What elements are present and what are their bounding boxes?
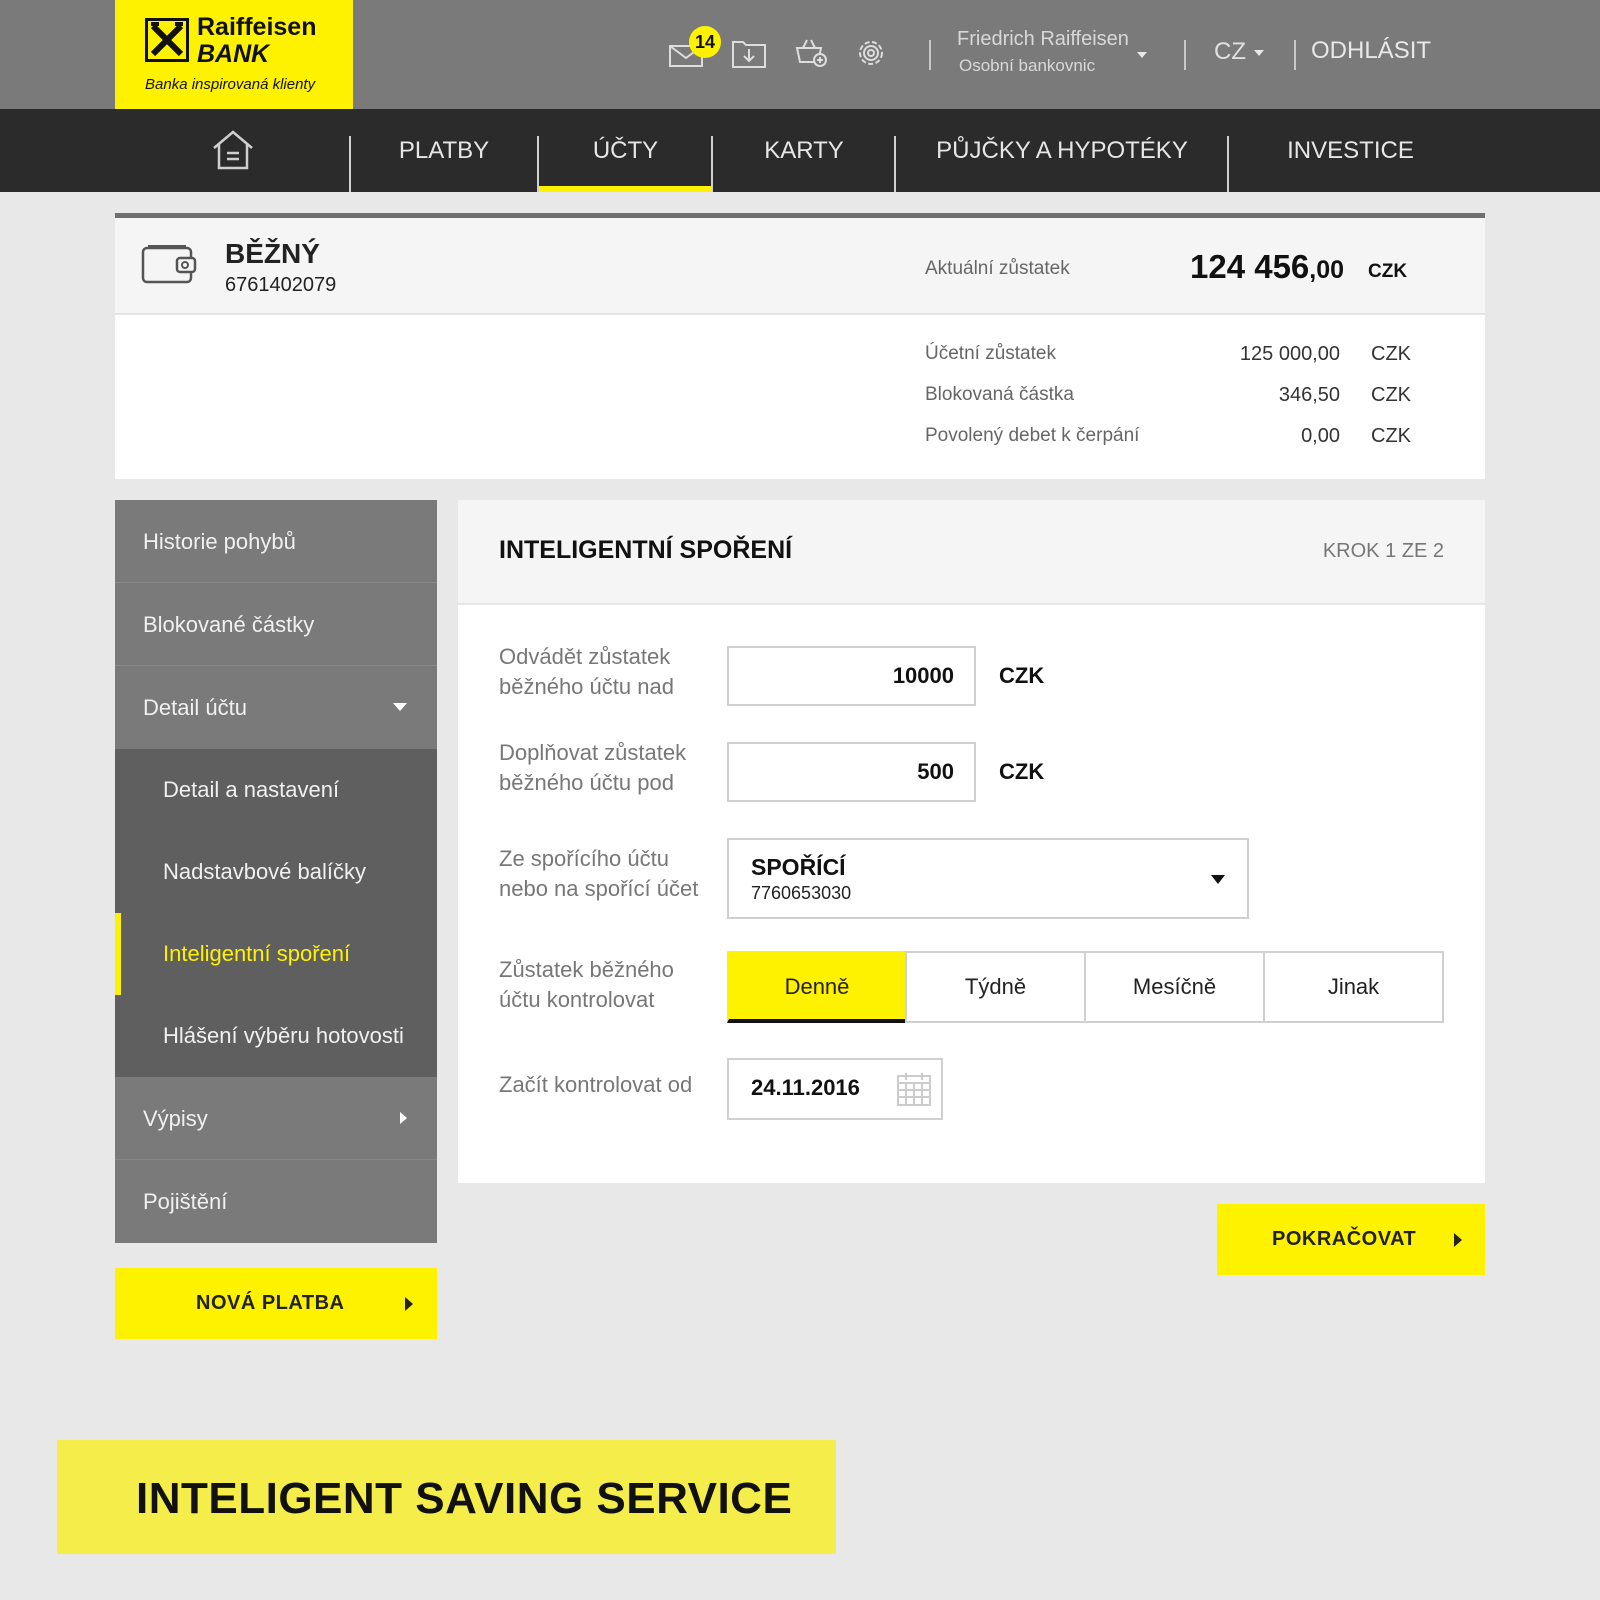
current-balance-value: 124 456,00 <box>1190 248 1344 286</box>
new-payment-label: NOVÁ PLATBA <box>196 1292 345 1314</box>
raiffeisen-crossed-horses-icon <box>145 18 189 62</box>
savings-account-number: 7760653030 <box>751 883 852 903</box>
sidebar-subitem-balicky[interactable]: Nadstavbové balíčky <box>115 831 437 913</box>
user-name: Friedrich Raiffeisen <box>957 28 1129 50</box>
top-bar: Raiffeisen BANK Banka inspirovaná klient… <box>0 0 1600 109</box>
cart-add-icon[interactable] <box>793 36 829 70</box>
new-payment-button[interactable]: NOVÁ PLATBA <box>115 1268 437 1339</box>
nav-platby[interactable]: PLATBY <box>351 109 537 192</box>
current-balance-main: 124 456 <box>1190 248 1310 285</box>
field-label-start-date: Začít kontrolovat od <box>499 1072 693 1097</box>
language-label: CZ <box>1214 38 1246 65</box>
frequency-weekly[interactable]: Týdně <box>905 951 1086 1023</box>
step-indicator: KROK 1 ZE 2 <box>1322 540 1444 562</box>
field-label-savings-account: Ze spořícího účtu nebo na spořící účet <box>499 846 699 901</box>
sidebar-subitem-hlaseni[interactable]: Hlášení výběru hotovosti <box>115 995 437 1077</box>
user-role: Osobní bankovnic <box>959 56 1096 75</box>
balance-value: 346,50 <box>1278 384 1340 406</box>
current-balance-decimals: ,00 <box>1309 256 1345 284</box>
frequency-monthly[interactable]: Mesíčně <box>1084 951 1265 1023</box>
field-label-topup-below: Doplňovat zůstatek běžného účtu pod <box>499 740 687 795</box>
continue-button[interactable]: POKRAČOVAT <box>1217 1204 1485 1275</box>
start-date-input[interactable]: 24.11.2016 <box>727 1058 943 1120</box>
account-number: 6761402079 <box>225 274 337 296</box>
panel-title: INTELIGENTNÍ SPOŘENÍ <box>499 536 793 564</box>
sidebar-item-pojisteni[interactable]: Pojištění <box>115 1160 437 1243</box>
frequency-other[interactable]: Jinak <box>1263 951 1444 1023</box>
sidebar-item-historie[interactable]: Historie pohybů <box>115 500 437 583</box>
arrow-right-icon <box>405 1296 413 1311</box>
logo-bank: BANK <box>197 40 270 68</box>
topup-below-currency: CZK <box>999 759 1045 784</box>
calendar-icon[interactable] <box>895 1070 933 1108</box>
balance-label: Účetní zůstatek <box>925 343 1056 364</box>
sidebar-item-detail-uctu[interactable]: Detail účtu <box>115 666 437 749</box>
header-separator <box>1294 40 1296 70</box>
user-menu-caret-icon <box>1137 52 1147 58</box>
balance-currency: CZK <box>1371 425 1411 447</box>
field-label-sweep-above: Odvádět zůstatek běžného účtu nad <box>499 644 674 699</box>
start-date-value: 24.11.2016 <box>751 1075 860 1100</box>
header-separator <box>1184 40 1186 70</box>
sidebar-item-vypisy[interactable]: Výpisy <box>115 1077 437 1160</box>
panel-header: INTELIGENTNÍ SPOŘENÍ KROK 1 ZE 2 <box>458 500 1485 604</box>
sidebar-subitem-inteligentni-sporeni[interactable]: Inteligentní spoření <box>115 913 437 995</box>
gear-icon[interactable] <box>853 36 889 70</box>
raiffeisen-logo[interactable]: Raiffeisen BANK Banka inspirovaná klient… <box>115 0 353 109</box>
continue-label: POKRAČOVAT <box>1272 1228 1417 1250</box>
sidebar-item-blokovane[interactable]: Blokované částky <box>115 583 437 666</box>
nav-investice[interactable]: INVESTICE <box>1229 109 1472 192</box>
logo-tagline: Banka inspirovaná klienty <box>145 76 316 93</box>
sidebar-subitem-detail-nastaveni[interactable]: Detail a nastavení <box>115 749 437 831</box>
balance-value: 0,00 <box>1301 425 1340 447</box>
current-balance-currency: CZK <box>1368 261 1408 282</box>
saving-form: Odvádět zůstatek běžného účtu nad 10000 … <box>458 605 1485 1183</box>
nav-pujcky[interactable]: PŮJČKY A HYPOTÉKY <box>896 109 1228 192</box>
wallet-icon <box>141 244 199 286</box>
balance-value: 125 000,00 <box>1239 343 1340 365</box>
savings-account-select[interactable]: SPOŘÍCÍ 7760653030 <box>727 838 1249 919</box>
nav-karty[interactable]: KARTY <box>713 109 895 192</box>
sweep-above-input[interactable]: 10000 <box>727 646 976 706</box>
sidebar-item-label: Výpisy <box>143 1106 208 1131</box>
field-label-check-frequency: Zůstatek běžného účtu kontrolovat <box>499 957 674 1012</box>
account-name: BĚŽNÝ <box>225 238 320 269</box>
arrow-right-icon <box>1454 1232 1462 1247</box>
caption-banner: INTELIGENT SAVING SERVICE <box>57 1440 836 1554</box>
frequency-daily[interactable]: Denně <box>727 951 907 1023</box>
nav-ucty[interactable]: ÚČTY <box>539 109 712 192</box>
chevron-down-icon <box>393 703 407 711</box>
topup-below-input[interactable]: 500 <box>727 742 976 802</box>
caption-text: INTELIGENT SAVING SERVICE <box>136 1474 793 1523</box>
sidebar: Historie pohybů Blokované částky Detail … <box>115 500 437 1243</box>
download-icon[interactable] <box>731 36 767 70</box>
home-icon[interactable] <box>210 128 256 172</box>
language-caret-icon <box>1254 50 1264 56</box>
savings-account-name: SPOŘÍCÍ <box>751 854 846 880</box>
chevron-down-icon <box>1211 875 1225 884</box>
account-balances: Účetní zůstatek 125 000,00 CZK Blokovaná… <box>115 315 1485 479</box>
sidebar-item-label: Detail účtu <box>143 695 247 720</box>
nav-active-indicator <box>539 186 712 192</box>
balance-label: Povolený debet k čerpání <box>925 425 1140 446</box>
balance-currency: CZK <box>1371 343 1411 365</box>
messages-badge: 14 <box>689 26 721 58</box>
header-separator <box>929 40 931 70</box>
chevron-right-icon <box>400 1112 407 1124</box>
logo-name: Raiffeisen <box>197 13 317 41</box>
sweep-above-currency: CZK <box>999 663 1045 688</box>
logout-link[interactable]: ODHLÁSIT <box>1311 37 1431 65</box>
account-header: BĚŽNÝ 6761402079 Aktuální zůstatek 124 4… <box>115 218 1485 314</box>
balance-label: Blokovaná částka <box>925 384 1074 405</box>
balance-currency: CZK <box>1371 384 1411 406</box>
current-balance-label: Aktuální zůstatek <box>925 258 1070 279</box>
